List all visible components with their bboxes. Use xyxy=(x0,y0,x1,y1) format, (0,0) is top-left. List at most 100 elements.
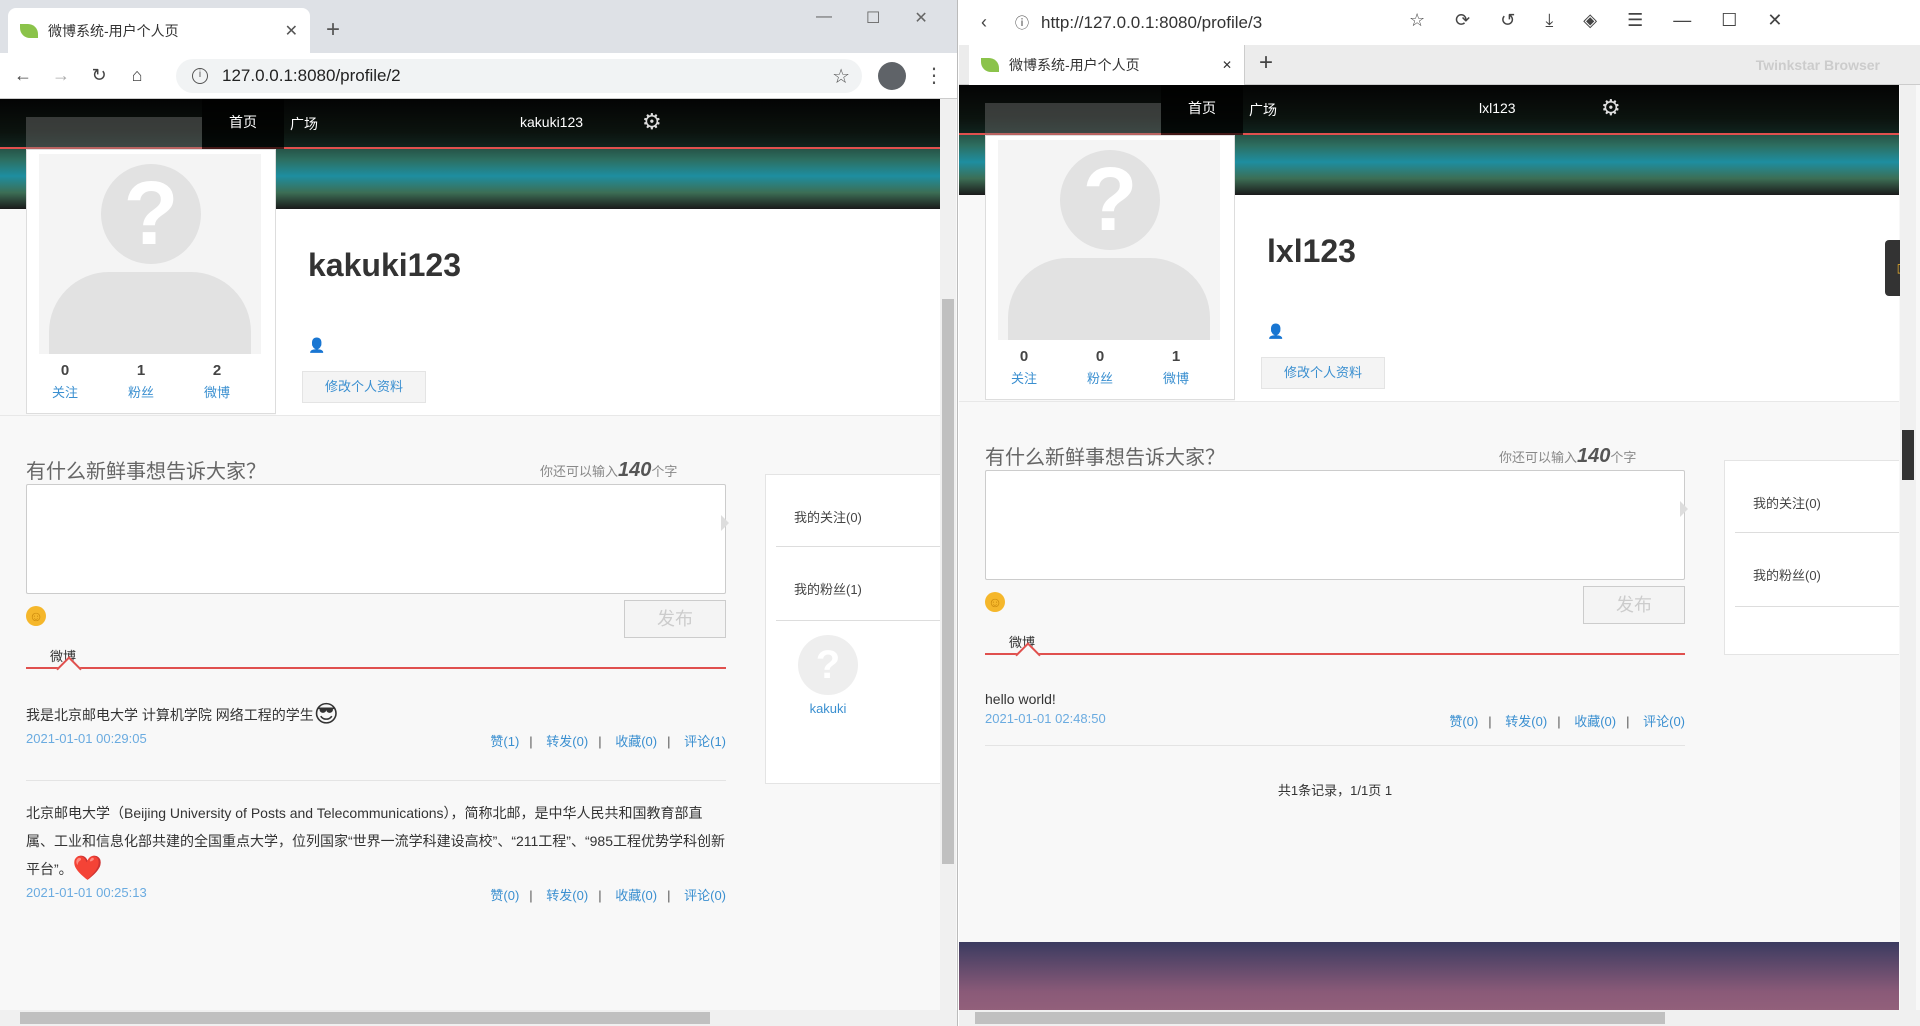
emoji-picker-icon[interactable]: ☺ xyxy=(26,606,46,626)
close-tab-icon[interactable]: ✕ xyxy=(1222,58,1232,72)
post-textarea[interactable] xyxy=(26,484,729,594)
maximize-icon[interactable]: ☐ xyxy=(1721,10,1737,31)
like-link[interactable]: 赞(0) xyxy=(490,888,519,903)
sidebar-fans[interactable]: 我的粉丝(0) xyxy=(1735,533,1899,607)
comment-link[interactable]: 评论(0) xyxy=(1643,714,1685,729)
address-bar-row: ← → ↻ ⌂ i 127.0.0.1:8080/profile/2 ☆ ⋮ xyxy=(0,53,957,99)
comment-link[interactable]: 评论(1) xyxy=(684,734,726,749)
vertical-scrollbar[interactable] xyxy=(940,99,956,1010)
profile-avatar-icon[interactable] xyxy=(878,62,906,90)
bookmark-star-icon[interactable]: ☆ xyxy=(832,64,850,89)
fan-name[interactable]: kakuki xyxy=(796,701,860,716)
home-icon[interactable]: ⌂ xyxy=(118,65,156,86)
close-tab-icon[interactable]: ✕ xyxy=(285,21,298,41)
post-actions: 赞(1) | 转发(0) | 收藏(0) | 评论(1) xyxy=(490,734,726,749)
collect-link[interactable]: 收藏(0) xyxy=(1574,714,1616,729)
nav-username[interactable]: lxl123 xyxy=(1479,100,1516,116)
maximize-icon[interactable]: ☐ xyxy=(866,8,880,28)
post-actions: 赞(0) | 转发(0) | 收藏(0) | 评论(0) xyxy=(490,888,726,903)
like-link[interactable]: 赞(1) xyxy=(490,734,519,749)
browser-tab[interactable]: 微博系统-用户个人页 ✕ xyxy=(969,45,1245,85)
close-window-icon[interactable]: ✕ xyxy=(1767,10,1782,31)
stat-weibo[interactable]: 2 微博 xyxy=(179,362,255,401)
stat-fans[interactable]: 0 粉丝 xyxy=(1062,348,1138,387)
post-divider xyxy=(985,745,1685,746)
stat-following[interactable]: 0 关注 xyxy=(27,362,103,401)
nav-username[interactable]: kakuki123 xyxy=(520,114,583,130)
divider xyxy=(959,401,1899,402)
like-link[interactable]: 赞(0) xyxy=(1449,714,1478,729)
sidebar-following[interactable]: 我的关注(0) xyxy=(1735,461,1899,533)
address-bar-row: ‹ ⓘ http://127.0.0.1:8080/profile/3 ☆ ⟳ … xyxy=(959,0,1920,45)
fan-item[interactable]: ? kakuki xyxy=(796,635,860,716)
menu-kebab-icon[interactable]: ⋮ xyxy=(924,63,944,88)
forward-icon[interactable]: → xyxy=(42,65,80,86)
forward-link[interactable]: 转发(0) xyxy=(546,888,588,903)
url-field[interactable]: i 127.0.0.1:8080/profile/2 ☆ xyxy=(176,59,862,93)
site-logo[interactable] xyxy=(26,117,202,149)
sync-icon[interactable]: ⟳ xyxy=(1455,10,1470,31)
tab-strip: 微博系统-用户个人页 ✕ + — ☐ ✕ xyxy=(0,0,957,53)
minimize-icon[interactable]: — xyxy=(1673,10,1691,31)
tab-title: 微博系统-用户个人页 xyxy=(48,22,179,39)
post-textarea[interactable] xyxy=(985,470,1688,580)
edit-profile-button[interactable]: 修改个人资料 xyxy=(1261,357,1385,389)
nav-home[interactable]: 首页 xyxy=(202,99,284,149)
new-tab-button[interactable]: + xyxy=(1259,49,1273,77)
horizontal-scrollbar[interactable] xyxy=(0,1010,957,1026)
pagination[interactable]: 共1条记录，1/1页 1 xyxy=(985,780,1685,799)
gear-icon[interactable]: ⚙ xyxy=(1601,95,1621,121)
download-icon[interactable]: ⤓ xyxy=(1545,10,1553,31)
toolbar-icons: ☆ ⟳ ↺ ⤓ ◈ ☰ — ☐ ✕ xyxy=(1409,10,1783,31)
new-tab-button[interactable]: + xyxy=(326,16,340,44)
info-icon[interactable]: i xyxy=(192,68,208,84)
undo-icon[interactable]: ↺ xyxy=(1500,10,1515,31)
forward-link[interactable]: 转发(0) xyxy=(546,734,588,749)
horizontal-scrollbar[interactable] xyxy=(959,1010,1920,1026)
comment-link[interactable]: 评论(0) xyxy=(684,888,726,903)
stat-weibo[interactable]: 1 微博 xyxy=(1138,348,1214,387)
info-icon[interactable]: ⓘ xyxy=(1003,13,1041,33)
close-window-icon[interactable]: ✕ xyxy=(914,8,927,28)
minimize-icon[interactable]: — xyxy=(816,8,832,28)
reload-icon[interactable]: ↻ xyxy=(80,65,118,86)
bookmark-star-icon[interactable]: ☆ xyxy=(1409,10,1425,31)
avatar-card: ? 0 关注 0 粉丝 1 微博 xyxy=(985,135,1235,400)
profile-username: lxl123 xyxy=(1267,233,1356,269)
post-text: 北京邮电大学（Beijing University of Posts and T… xyxy=(26,805,725,877)
heart-emoji-icon: ❤️ xyxy=(72,855,103,882)
composer-prompt: 有什么新鲜事想告诉大家？ xyxy=(985,447,1225,469)
sidebar-following[interactable]: 我的关注(0) xyxy=(776,475,940,547)
top-nav: 首页 广场 kakuki123 ⚙ xyxy=(0,99,940,149)
stat-fans[interactable]: 1 粉丝 xyxy=(103,362,179,401)
stat-following[interactable]: 0 关注 xyxy=(986,348,1062,387)
char-counter: 你还可以输入140个字 xyxy=(1499,445,1637,467)
footer-banner xyxy=(959,942,1899,1010)
publish-button[interactable]: 发布 xyxy=(624,600,726,638)
browser-tab[interactable]: 微博系统-用户个人页 ✕ xyxy=(8,8,310,53)
gear-icon[interactable]: ⚙ xyxy=(642,109,662,135)
back-icon[interactable]: ← xyxy=(4,65,42,86)
nav-square[interactable]: 广场 xyxy=(1249,100,1277,120)
collect-link[interactable]: 收藏(0) xyxy=(615,734,657,749)
profile-username: kakuki123 xyxy=(308,247,462,283)
gender-icon: 👤 xyxy=(1267,323,1285,339)
nav-home[interactable]: 首页 xyxy=(1161,85,1243,135)
site-logo[interactable] xyxy=(985,103,1161,135)
emoji-picker-icon[interactable]: ☺ xyxy=(985,592,1005,612)
back-icon[interactable]: ‹ xyxy=(965,12,1003,33)
url-text[interactable]: http://127.0.0.1:8080/profile/3 xyxy=(1041,13,1262,33)
nav-square[interactable]: 广场 xyxy=(290,114,318,134)
leaf-icon xyxy=(20,23,38,38)
char-counter: 你还可以输入140个字 xyxy=(540,459,678,481)
publish-button[interactable]: 发布 xyxy=(1583,586,1685,624)
menu-icon[interactable]: ☰ xyxy=(1627,10,1643,31)
edit-profile-button[interactable]: 修改个人资料 xyxy=(302,371,426,403)
vertical-scrollbar[interactable] xyxy=(1900,85,1916,1010)
profile-stats: 0 关注 0 粉丝 1 微博 xyxy=(986,348,1236,387)
sidebar-fans[interactable]: 我的粉丝(1) xyxy=(776,547,940,621)
forward-link[interactable]: 转发(0) xyxy=(1505,714,1547,729)
extension-icon[interactable]: ◈ xyxy=(1583,10,1597,31)
collect-link[interactable]: 收藏(0) xyxy=(615,888,657,903)
profile-info-panel: kakuki123 👤 修改个人资料 xyxy=(276,209,940,415)
